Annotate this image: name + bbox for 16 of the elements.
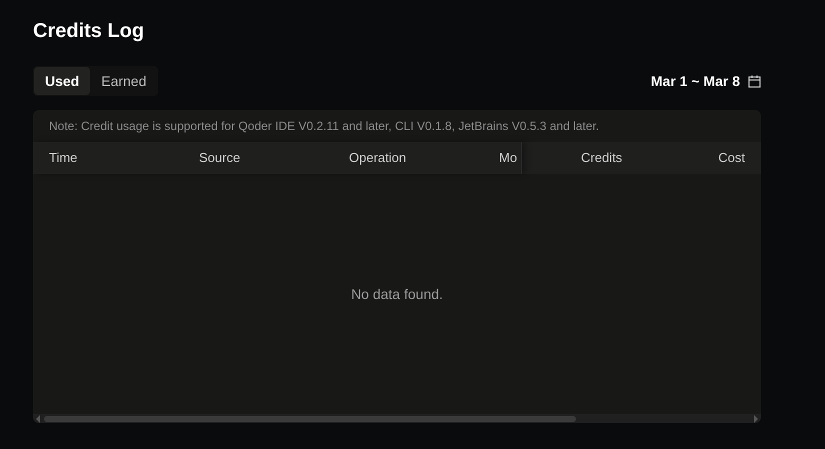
note-text: Note: Credit usage is supported for Qoder IDE V0.2.11 and later, CLI V0.1.8, JetBrains V0.5.3 and later. xyxy=(48,118,600,135)
column-header: Credits xyxy=(580,149,622,167)
calendar-icon xyxy=(748,74,761,88)
scroll-right-icon[interactable] xyxy=(753,414,759,422)
page-title: Credits Log xyxy=(33,19,146,44)
horizontal-scrollbar[interactable] xyxy=(33,414,761,423)
tab[interactable]: Used xyxy=(34,67,90,95)
column-header: Operation xyxy=(348,149,408,167)
column-header: Cost xyxy=(718,149,746,167)
column-header: Source xyxy=(198,149,242,167)
column-header: Time xyxy=(48,149,78,167)
column-header: Mo xyxy=(498,149,518,167)
tab[interactable]: Earned xyxy=(90,67,158,95)
scroll-left-icon[interactable] xyxy=(35,414,41,422)
empty-message: No data found. xyxy=(351,286,443,302)
date-range-picker[interactable]: Mar 1 ~ Mar 8 xyxy=(650,73,761,89)
